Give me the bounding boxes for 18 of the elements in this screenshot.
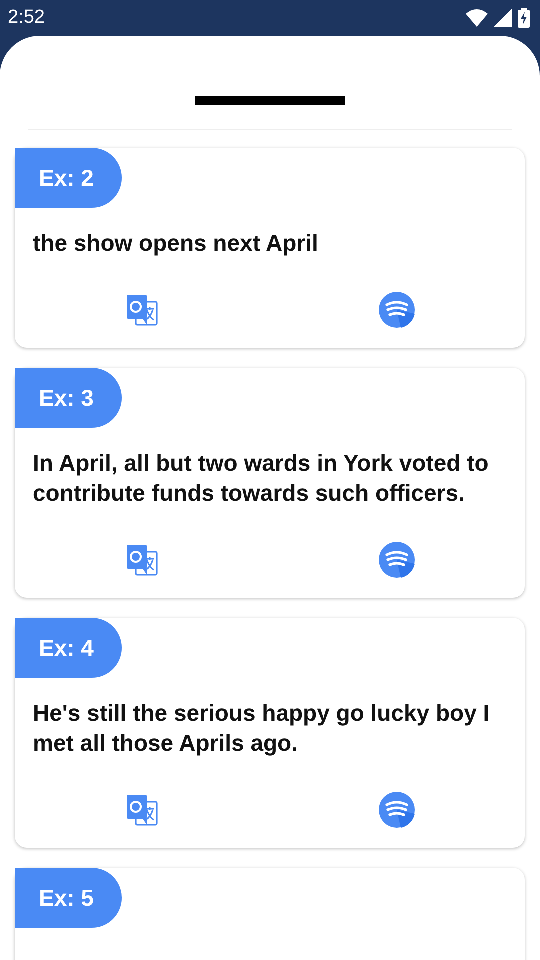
sound-waves-icon[interactable] xyxy=(378,292,414,328)
wifi-icon xyxy=(466,9,488,27)
translate-icon[interactable] xyxy=(126,294,158,326)
example-label: Ex: 4 xyxy=(15,618,122,678)
drag-handle[interactable] xyxy=(195,96,345,105)
example-sentence: He's still the serious happy go lucky boy I met all those Aprils ago. xyxy=(33,699,491,758)
translate-icon[interactable] xyxy=(126,794,158,826)
sound-waves-icon[interactable] xyxy=(378,792,414,828)
example-label: Ex: 2 xyxy=(15,148,122,208)
translate-icon[interactable] xyxy=(126,544,158,576)
example-label: Ex: 5 xyxy=(15,868,122,928)
signal-icon xyxy=(494,9,512,27)
example-label: Ex: 3 xyxy=(15,368,122,428)
example-sentence: the show opens next April xyxy=(33,229,318,258)
status-time: 2:52 xyxy=(8,7,45,29)
battery-icon xyxy=(518,8,530,28)
example-sentence: In April, all but two wards in York voted to contribute funds towards such officers. xyxy=(33,449,490,508)
sound-waves-icon[interactable] xyxy=(378,542,414,578)
